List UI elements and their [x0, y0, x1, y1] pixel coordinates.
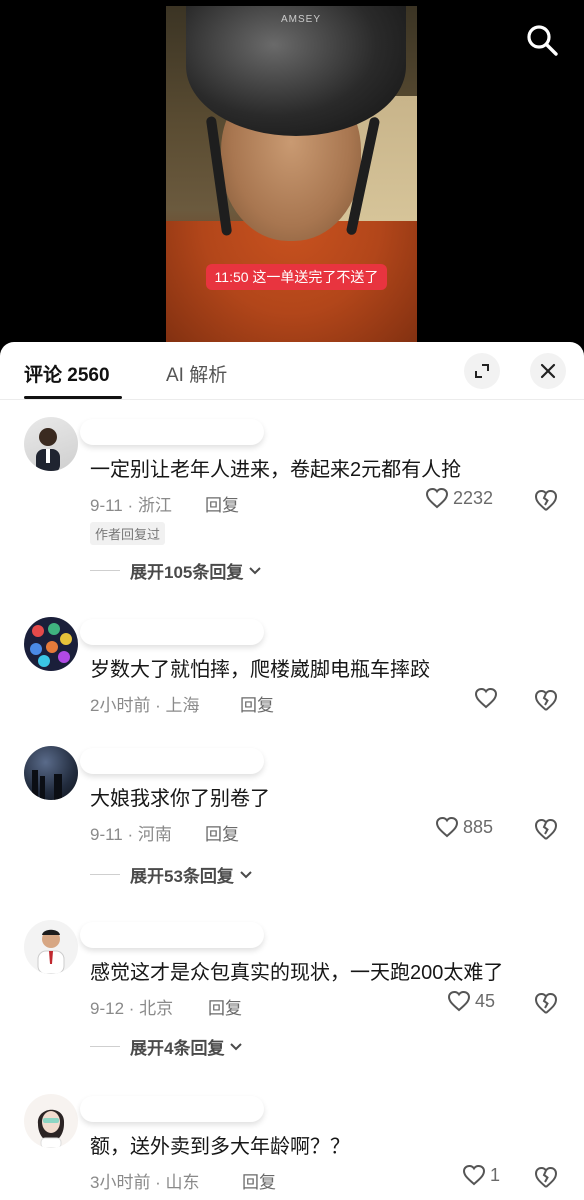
tab-comments[interactable]: 评论 2560 — [24, 360, 110, 387]
broken-heart-icon[interactable] — [533, 1164, 559, 1190]
comment-meta: 3小时前 · 山东 — [90, 1173, 200, 1192]
avatar[interactable] — [24, 417, 78, 471]
broken-heart-icon[interactable] — [533, 990, 559, 1016]
reply-button[interactable]: 回复 — [242, 1168, 276, 1193]
comment-item: 岁数大了就怕摔，爬楼崴脚电瓶车摔跤 2小时前 · 上海 回复 — [0, 617, 584, 727]
helmet-brand: AMSEY — [281, 14, 322, 25]
heart-icon — [462, 1164, 486, 1186]
chevron-down-icon — [230, 1042, 243, 1050]
expand-replies-label: 展开53条回复 — [130, 867, 234, 886]
avatar[interactable] — [24, 920, 78, 974]
avatar-image — [37, 1109, 65, 1148]
heart-icon — [425, 487, 449, 509]
comment-item: 大娘我求你了别卷了 9-11 · 河南 回复 885 展开53条回复 — [0, 746, 584, 896]
tab-ai-analysis[interactable]: AI 解析 — [166, 360, 227, 387]
divider-line — [90, 570, 120, 571]
expand-replies-label: 展开4条回复 — [130, 1039, 225, 1058]
avatar[interactable] — [24, 1094, 78, 1148]
avatar-image — [36, 428, 60, 471]
expand-replies-button[interactable]: 展开4条回复 — [90, 1034, 244, 1059]
like-button[interactable]: 45 — [447, 990, 495, 1012]
video-caption: 11:50 这一单送完了不送了 — [206, 264, 387, 290]
comment-text: 岁数大了就怕摔，爬楼崴脚电瓶车摔跤 — [90, 659, 430, 681]
divider-line — [90, 874, 120, 875]
broken-heart-icon[interactable] — [533, 487, 559, 513]
like-count: 885 — [463, 816, 494, 837]
video-frame[interactable]: AMSEY 11:50 这一单送完了不送了 — [166, 6, 417, 346]
expand-sheet-button[interactable] — [464, 353, 500, 389]
comment-item: 额，送外卖到多大年龄啊？？ 3小时前 · 山东 回复 1 — [0, 1094, 584, 1200]
username-redacted — [80, 619, 264, 645]
search-icon[interactable] — [524, 22, 560, 58]
comment-text: 额，送外卖到多大年龄啊？？ — [90, 1136, 350, 1158]
username-redacted — [80, 922, 264, 948]
comment-item: 一定别让老年人进来，卷起来2元都有人抢 9-11 · 浙江 回复 2232 作者… — [0, 417, 584, 587]
comment-text: 一定别让老年人进来，卷起来2元都有人抢 — [90, 459, 462, 481]
close-sheet-button[interactable] — [530, 353, 566, 389]
comment-meta: 9-11 · 河南 — [90, 825, 172, 844]
chevron-down-icon — [240, 870, 252, 878]
comment-item: 感觉这才是众包真实的现状，一天跑200太难了 9-12 · 北京 回复 45 展… — [0, 920, 584, 1070]
like-count: 45 — [475, 990, 496, 1011]
like-button[interactable]: 2232 — [425, 487, 493, 509]
comment-meta: 9-12 · 北京 — [90, 999, 174, 1018]
username-redacted — [80, 748, 264, 774]
avatar[interactable] — [24, 746, 78, 800]
reply-button[interactable]: 回复 — [205, 491, 239, 516]
tab-underline — [24, 396, 122, 399]
author-replied-badge: 作者回复过 — [90, 522, 166, 545]
reply-button[interactable]: 回复 — [208, 994, 242, 1019]
comment-meta: 2小时前 · 上海 — [90, 696, 200, 715]
heart-icon — [447, 990, 471, 1012]
broken-heart-icon[interactable] — [533, 816, 559, 842]
expand-replies-button[interactable]: 展开53条回复 — [90, 862, 254, 887]
comment-sheet: 评论 2560 AI 解析 一定别让老年人进来，卷起来2元都有人抢 9-11 ·… — [0, 342, 584, 1200]
comment-text: 大娘我求你了别卷了 — [90, 788, 270, 810]
video-player[interactable]: AMSEY 11:50 这一单送完了不送了 — [0, 0, 584, 346]
like-button[interactable]: 1 — [462, 1164, 500, 1186]
heart-icon — [474, 687, 498, 709]
avatar-image — [37, 929, 65, 974]
close-icon — [540, 363, 556, 379]
username-redacted — [80, 419, 264, 445]
comment-meta: 9-11 · 浙江 — [90, 496, 172, 515]
sheet-tabs: 评论 2560 AI 解析 — [0, 342, 584, 400]
username-redacted — [80, 1096, 264, 1122]
reply-button[interactable]: 回复 — [205, 820, 239, 845]
expand-icon — [475, 364, 489, 378]
like-count: 2232 — [453, 487, 494, 508]
expand-replies-label: 展开105条回复 — [130, 563, 244, 582]
comment-text: 感觉这才是众包真实的现状，一天跑200太难了 — [90, 962, 504, 984]
heart-icon — [435, 816, 459, 838]
avatar-image — [32, 770, 62, 800]
like-button[interactable] — [474, 687, 502, 709]
avatar-image — [30, 623, 72, 667]
divider-line — [90, 1046, 120, 1047]
chevron-down-icon — [249, 566, 262, 574]
reply-button[interactable]: 回复 — [240, 691, 274, 716]
avatar[interactable] — [24, 617, 78, 671]
broken-heart-icon[interactable] — [533, 687, 559, 713]
like-button[interactable]: 885 — [435, 816, 493, 838]
like-count: 1 — [490, 1164, 501, 1185]
expand-replies-button[interactable]: 展开105条回复 — [90, 558, 263, 583]
